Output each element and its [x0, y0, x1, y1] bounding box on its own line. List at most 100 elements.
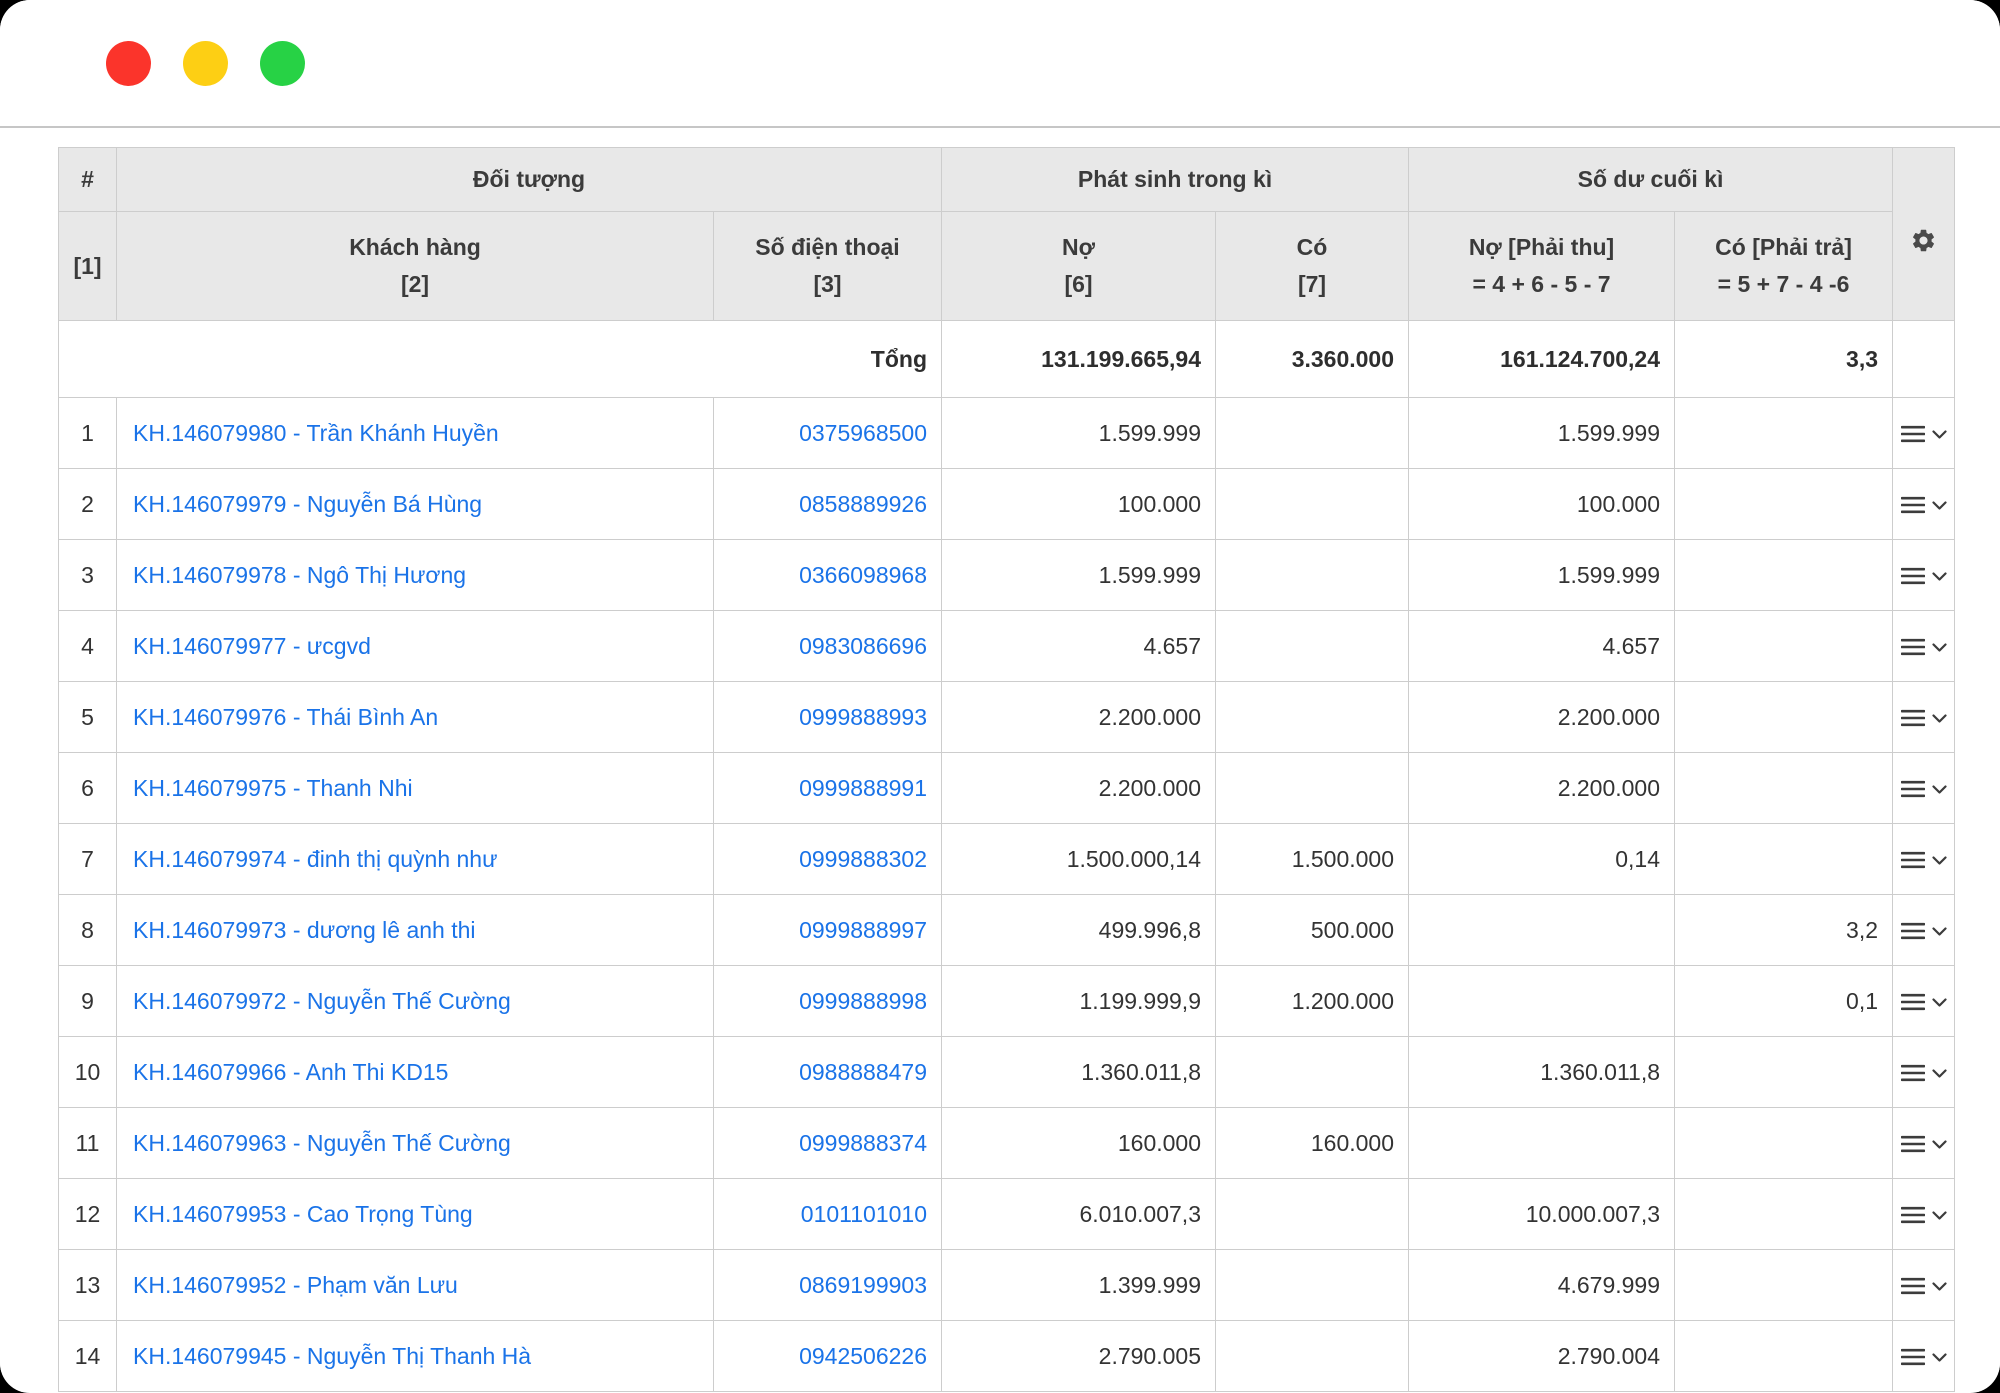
customer-link[interactable]: KH.146079945 - Nguyễn Thị Thanh Hà	[133, 1343, 531, 1369]
no-value-cell: 160.000	[942, 1108, 1216, 1179]
no-value-cell: 499.996,8	[942, 895, 1216, 966]
chevron-down-icon	[1932, 572, 1947, 581]
total-no-phai-thu-value: 161.124.700,24	[1409, 321, 1675, 398]
no-value-cell: 2.200.000	[942, 682, 1216, 753]
no-phai-thu-value-cell	[1409, 966, 1675, 1037]
co-value-cell	[1216, 753, 1409, 824]
phone-link[interactable]: 0101101010	[801, 1201, 927, 1227]
header-label-line: [3]	[714, 266, 941, 303]
phone-link[interactable]: 0999888302	[799, 846, 927, 872]
customer-link[interactable]: KH.146079953 - Cao Trọng Tùng	[133, 1201, 473, 1227]
co-value-cell	[1216, 1037, 1409, 1108]
phone-link[interactable]: 0942506226	[799, 1343, 927, 1369]
maximize-window-button[interactable]	[260, 41, 305, 86]
phone-cell: 0999888374	[714, 1108, 942, 1179]
phone-link[interactable]: 0375968500	[799, 420, 927, 446]
no-value-cell: 1.599.999	[942, 398, 1216, 469]
customer-link[interactable]: KH.146079972 - Nguyễn Thế Cường	[133, 988, 511, 1014]
row-menu-button[interactable]	[1901, 1064, 1947, 1082]
row-menu-button[interactable]	[1901, 922, 1947, 940]
phone-link[interactable]: 0366098968	[799, 562, 927, 588]
row-menu-button[interactable]	[1901, 638, 1947, 656]
row-menu-button[interactable]	[1901, 780, 1947, 798]
no-phai-thu-value-cell: 1.599.999	[1409, 540, 1675, 611]
customer-cell: KH.146079979 - Nguyễn Bá Hùng	[117, 469, 714, 540]
customer-cell: KH.146079953 - Cao Trọng Tùng	[117, 1179, 714, 1250]
row-menu-button[interactable]	[1901, 1206, 1947, 1224]
phone-link[interactable]: 0983086696	[799, 633, 927, 659]
phone-link[interactable]: 0999888997	[799, 917, 927, 943]
hamburger-icon	[1901, 993, 1925, 1011]
phone-cell: 0999888998	[714, 966, 942, 1037]
phone-link[interactable]: 0999888993	[799, 704, 927, 730]
app-window: # Đối tượng Phát sinh trong kì Số dư cuố…	[0, 0, 2000, 1393]
row-menu-button[interactable]	[1901, 1348, 1947, 1366]
customer-link[interactable]: KH.146079973 - dương lê anh thi	[133, 917, 476, 943]
customer-link[interactable]: KH.146079952 - Phạm văn Lưu	[133, 1272, 458, 1298]
col-group-phat-sinh-trong-ki: Phát sinh trong kì	[942, 148, 1409, 212]
row-menu-button[interactable]	[1901, 425, 1947, 443]
co-value-cell	[1216, 1179, 1409, 1250]
customer-link[interactable]: KH.146079963 - Nguyễn Thế Cường	[133, 1130, 511, 1156]
total-no-value: 131.199.665,94	[942, 321, 1216, 398]
row-menu-button[interactable]	[1901, 1277, 1947, 1295]
gear-icon[interactable]	[1910, 227, 1937, 254]
phone-link[interactable]: 0999888991	[799, 775, 927, 801]
row-menu-button[interactable]	[1901, 1135, 1947, 1153]
customer-link[interactable]: KH.146079980 - Trần Khánh Huyền	[133, 420, 499, 446]
row-actions-cell	[1893, 895, 1955, 966]
customer-link[interactable]: KH.146079966 - Anh Thi KD15	[133, 1059, 448, 1085]
row-menu-button[interactable]	[1901, 993, 1947, 1011]
close-window-button[interactable]	[106, 41, 151, 86]
total-co-phai-tra-value: 3,3	[1675, 321, 1893, 398]
customer-link[interactable]: KH.146079978 - Ngô Thị Hương	[133, 562, 466, 588]
co-phai-tra-value-cell	[1675, 1250, 1893, 1321]
customer-link[interactable]: KH.146079974 - đinh thị quỳnh như	[133, 846, 498, 872]
hamburger-icon	[1901, 425, 1925, 443]
table-row: 1 KH.146079980 - Trần Khánh Huyền 037596…	[59, 398, 1955, 469]
phone-cell: 0375968500	[714, 398, 942, 469]
row-index: 10	[59, 1037, 117, 1108]
row-index: 2	[59, 469, 117, 540]
row-menu-button[interactable]	[1901, 496, 1947, 514]
customer-link[interactable]: KH.146079979 - Nguyễn Bá Hùng	[133, 491, 482, 517]
table-row: 11 KH.146079963 - Nguyễn Thế Cường 09998…	[59, 1108, 1955, 1179]
total-actions-cell	[1893, 321, 1955, 398]
phone-link[interactable]: 0858889926	[799, 491, 927, 517]
phone-cell: 0988888479	[714, 1037, 942, 1108]
chevron-down-icon	[1932, 430, 1947, 439]
customer-link[interactable]: KH.146079975 - Thanh Nhi	[133, 775, 413, 801]
customer-cell: KH.146079973 - dương lê anh thi	[117, 895, 714, 966]
no-value-cell: 6.010.007,3	[942, 1179, 1216, 1250]
co-phai-tra-value-cell	[1675, 540, 1893, 611]
header-label-line: Khách hàng	[117, 229, 713, 266]
minimize-window-button[interactable]	[183, 41, 228, 86]
customer-cell: KH.146079978 - Ngô Thị Hương	[117, 540, 714, 611]
row-menu-button[interactable]	[1901, 851, 1947, 869]
customer-link[interactable]: KH.146079976 - Thái Bình An	[133, 704, 438, 730]
phone-link[interactable]: 0869199903	[799, 1272, 927, 1298]
co-value-cell	[1216, 611, 1409, 682]
co-phai-tra-value-cell	[1675, 469, 1893, 540]
phone-link[interactable]: 0999888998	[799, 988, 927, 1014]
phone-link[interactable]: 0999888374	[799, 1130, 927, 1156]
table-body: Tổng 131.199.665,94 3.360.000 161.124.70…	[59, 321, 1955, 1392]
co-phai-tra-value-cell	[1675, 1321, 1893, 1392]
col-group-doi-tuong: Đối tượng	[117, 148, 942, 212]
row-menu-button[interactable]	[1901, 709, 1947, 727]
customer-link[interactable]: KH.146079977 - ưcgvd	[133, 633, 371, 659]
row-index: 3	[59, 540, 117, 611]
hamburger-icon	[1901, 1206, 1925, 1224]
hamburger-icon	[1901, 1348, 1925, 1366]
phone-cell: 0858889926	[714, 469, 942, 540]
row-menu-button[interactable]	[1901, 567, 1947, 585]
co-value-cell: 160.000	[1216, 1108, 1409, 1179]
co-value-cell	[1216, 398, 1409, 469]
co-phai-tra-value-cell	[1675, 1037, 1893, 1108]
phone-cell: 0983086696	[714, 611, 942, 682]
chevron-down-icon	[1932, 1353, 1947, 1362]
customer-cell: KH.146079975 - Thanh Nhi	[117, 753, 714, 824]
col-header-co: Có [7]	[1216, 212, 1409, 321]
chevron-down-icon	[1932, 714, 1947, 723]
phone-link[interactable]: 0988888479	[799, 1059, 927, 1085]
